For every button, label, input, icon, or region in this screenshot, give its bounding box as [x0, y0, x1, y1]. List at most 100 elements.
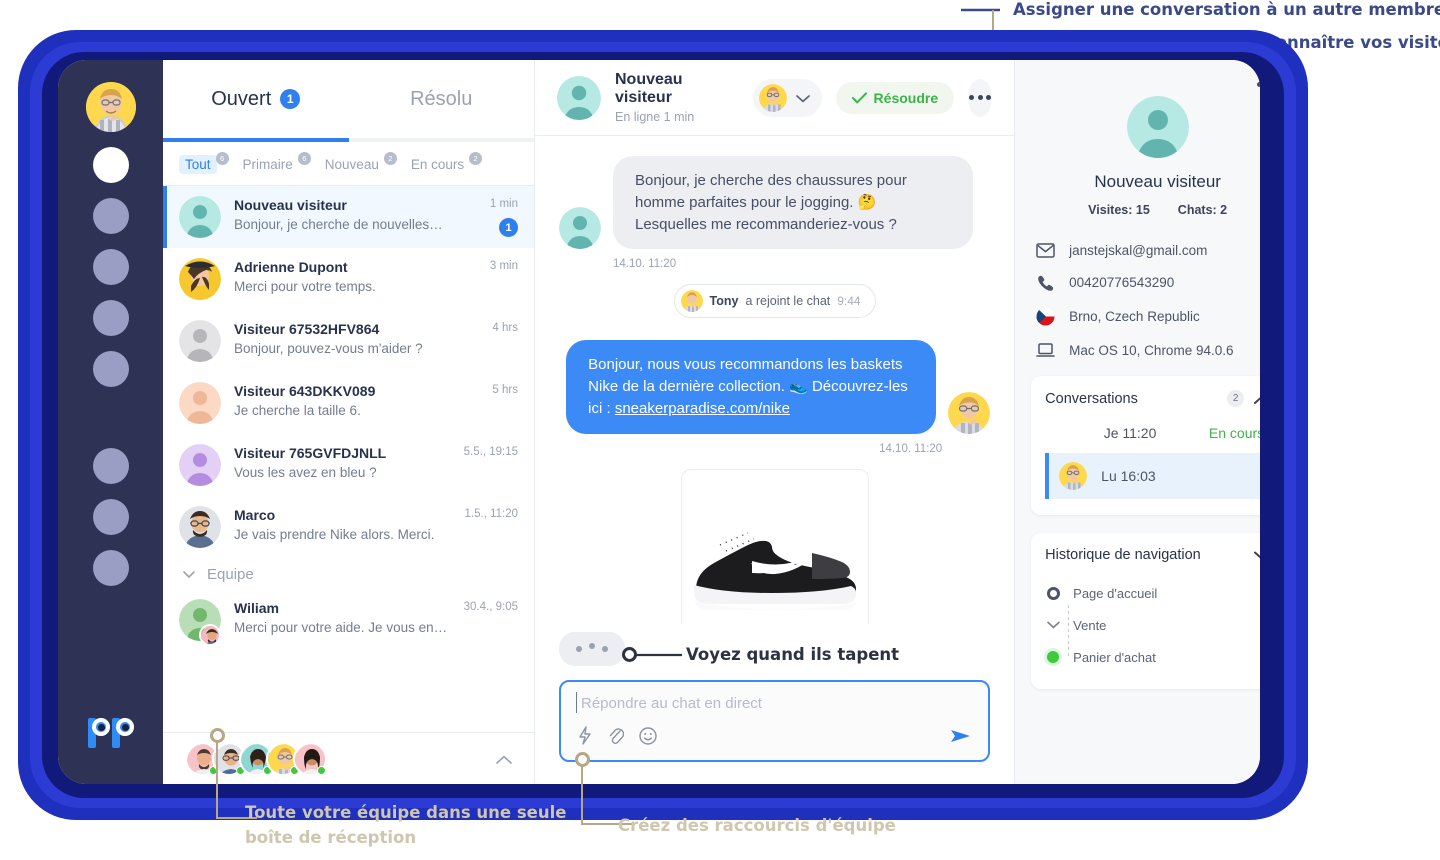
avatar [179, 320, 221, 362]
filter-primaire-badge: 6 [297, 152, 311, 165]
group-header-equipe[interactable]: Equipe [163, 558, 534, 589]
visitor-detail-device: Mac OS 10, Chrome 94.0.6 [1035, 342, 1260, 358]
conversation-list[interactable]: Nouveau visiteur Bonjour, je cherche de … [163, 186, 534, 732]
history-card-chevron[interactable] [1254, 547, 1260, 563]
message-link[interactable]: sneakerparadise.com/nike [615, 400, 790, 417]
ellipsis-icon [977, 95, 983, 100]
filter-row: Tout 6 Primaire 6 Nouveau 2 En cours 2 [163, 142, 534, 186]
shortcuts-knob [575, 752, 590, 767]
conversations-card: Conversations 2 Je 11:20 En cours Lu 16:… [1031, 376, 1260, 515]
chevron-up-icon [1254, 396, 1260, 404]
avatar [179, 444, 221, 486]
conversation-row-1[interactable]: Adrienne Dupont Merci pour votre temps. … [163, 248, 534, 310]
conversations-card-item-1[interactable]: Lu 16:03 [1045, 453, 1260, 499]
visitor-avatar [1126, 96, 1189, 158]
history-card-header[interactable]: Historique de navigation [1045, 547, 1260, 563]
resolve-button[interactable]: Résoudre [835, 81, 955, 114]
conversation-item-when: Lu 16:03 [1101, 468, 1156, 484]
chevron-down-icon [183, 570, 195, 578]
history-item-label: Vente [1073, 617, 1107, 633]
conversations-card-item-0[interactable]: Je 11:20 En cours [1045, 425, 1260, 441]
attachment-icon[interactable] [608, 726, 625, 750]
filter-nouveau[interactable]: Nouveau 2 [319, 152, 397, 174]
check-icon [851, 91, 867, 103]
email-icon [1035, 243, 1055, 258]
rail-nav-item-2[interactable] [92, 198, 129, 234]
rail-user-avatar[interactable] [85, 82, 136, 132]
visitor-more-button[interactable] [1257, 82, 1260, 87]
rail-nav-item-7[interactable] [92, 499, 129, 535]
message-avatar [559, 207, 601, 250]
rail-nav-item-4[interactable] [92, 300, 129, 336]
history-item-1[interactable]: Vente [1045, 609, 1260, 641]
conversation-meta: 3 min [490, 258, 518, 272]
ellipsis-icon [1257, 82, 1260, 87]
system-message-avatar [680, 290, 703, 313]
typing-dot [602, 646, 608, 652]
assign-chevron [795, 90, 810, 106]
visitor-detail-email: janstejskal@gmail.com [1035, 243, 1260, 258]
conversations-card-chevron[interactable] [1254, 391, 1260, 407]
message-outgoing: Bonjour, nous vous recommandons les bask… [559, 340, 991, 434]
filter-tout-label: Tout [179, 155, 217, 174]
conversation-time: 5 hrs [492, 384, 518, 396]
conversation-row-2[interactable]: Visiteur 67532HFV864 Bonjour, pouvez-vou… [163, 310, 534, 372]
shortcut-lightning-icon[interactable] [577, 726, 593, 750]
chat-more-button[interactable] [968, 78, 993, 117]
conversation-name: Wiliam [234, 600, 279, 616]
avatar [179, 382, 221, 424]
team-conversation-row-0[interactable]: Wiliam Merci pour votre aide. Je vous en… [163, 589, 534, 651]
visitor-detail-rows: janstejskal@gmail.com 00420776543290 Brn… [1031, 243, 1260, 358]
team-bar-collapse-chevron[interactable] [496, 749, 512, 769]
conversations-card-header[interactable]: Conversations 2 [1045, 390, 1260, 407]
conversation-preview: Je vais prendre Nike alors. Merci. [234, 527, 435, 542]
filter-primaire[interactable]: Primaire 6 [237, 152, 311, 174]
avatar [179, 258, 221, 300]
screenshot-root: Assigner une conversation à un autre mem… [0, 0, 1440, 860]
app-rail [58, 60, 163, 784]
filter-en-cours[interactable]: En cours 2 [405, 152, 483, 174]
send-button[interactable] [950, 727, 972, 750]
emoji-icon[interactable] [639, 726, 657, 750]
assigned-agent-avatar [758, 83, 787, 112]
history-item-2[interactable]: Panier d'achat [1045, 641, 1260, 673]
rail-nav-item-3[interactable] [92, 249, 129, 285]
conversation-row-4[interactable]: Visiteur 765GVFDJNLL Vous les avez en bl… [163, 434, 534, 496]
visitor-chats: Chats: 2 [1177, 203, 1228, 217]
rail-nav-item-5[interactable] [92, 351, 129, 387]
message-composer[interactable]: Répondre au chat en direct [559, 680, 991, 762]
logo-eye-right [121, 724, 129, 731]
conversation-meta: 5.5., 19:15 [464, 444, 518, 458]
rail-nav-item-8[interactable] [92, 550, 129, 586]
conversations-card-count: 2 [1227, 390, 1245, 407]
rail-nav-item-1[interactable] [92, 147, 129, 183]
rail-nav-item-6[interactable] [92, 448, 129, 484]
chat-header: Nouveau visiteur En ligne 1 min Résoudre [535, 60, 1015, 136]
history-item-0[interactable]: Page d'accueil [1045, 577, 1260, 609]
tab-ouvert[interactable]: Ouvert 1 [163, 88, 349, 111]
message-incoming: Bonjour, je cherche des chaussures pour … [559, 156, 990, 250]
chevron-up-icon [496, 755, 512, 764]
tab-resolu[interactable]: Résolu [349, 88, 535, 111]
flag-czech-icon [1035, 307, 1055, 326]
product-image-card[interactable] [680, 468, 869, 624]
filter-en-cours-badge: 2 [469, 152, 483, 165]
assign-agent-dropdown[interactable] [752, 78, 822, 117]
history-item-label: Panier d'achat [1073, 649, 1156, 665]
filter-tout-badge: 6 [215, 152, 229, 165]
conversation-row-3[interactable]: Visiteur 643DKKV089 Je cherche la taille… [163, 372, 534, 434]
composer-toolbar [577, 726, 972, 750]
ring-marker-icon [1045, 586, 1061, 600]
message-bubble-incoming: Bonjour, je cherche des chaussures pour … [613, 156, 973, 250]
team-avatar-5[interactable] [293, 741, 327, 776]
conversation-preview: Merci pour votre aide. Je vous en remerc… [234, 620, 451, 635]
filter-tout[interactable]: Tout 6 [179, 152, 229, 174]
conversation-row-5[interactable]: Marco Je vais prendre Nike alors. Merci.… [163, 496, 534, 558]
resolve-label: Résoudre [873, 89, 939, 106]
conversation-item-when: Je 11:20 [1103, 425, 1157, 441]
visitor-email-value: janstejskal@gmail.com [1069, 243, 1208, 258]
annotation-inbox-line2: boîte de réception [245, 828, 417, 847]
conversation-name: Visiteur 765GVFDJNLL [234, 445, 387, 461]
conversation-row-0[interactable]: Nouveau visiteur Bonjour, je cherche de … [163, 186, 534, 248]
avatar [179, 196, 221, 238]
